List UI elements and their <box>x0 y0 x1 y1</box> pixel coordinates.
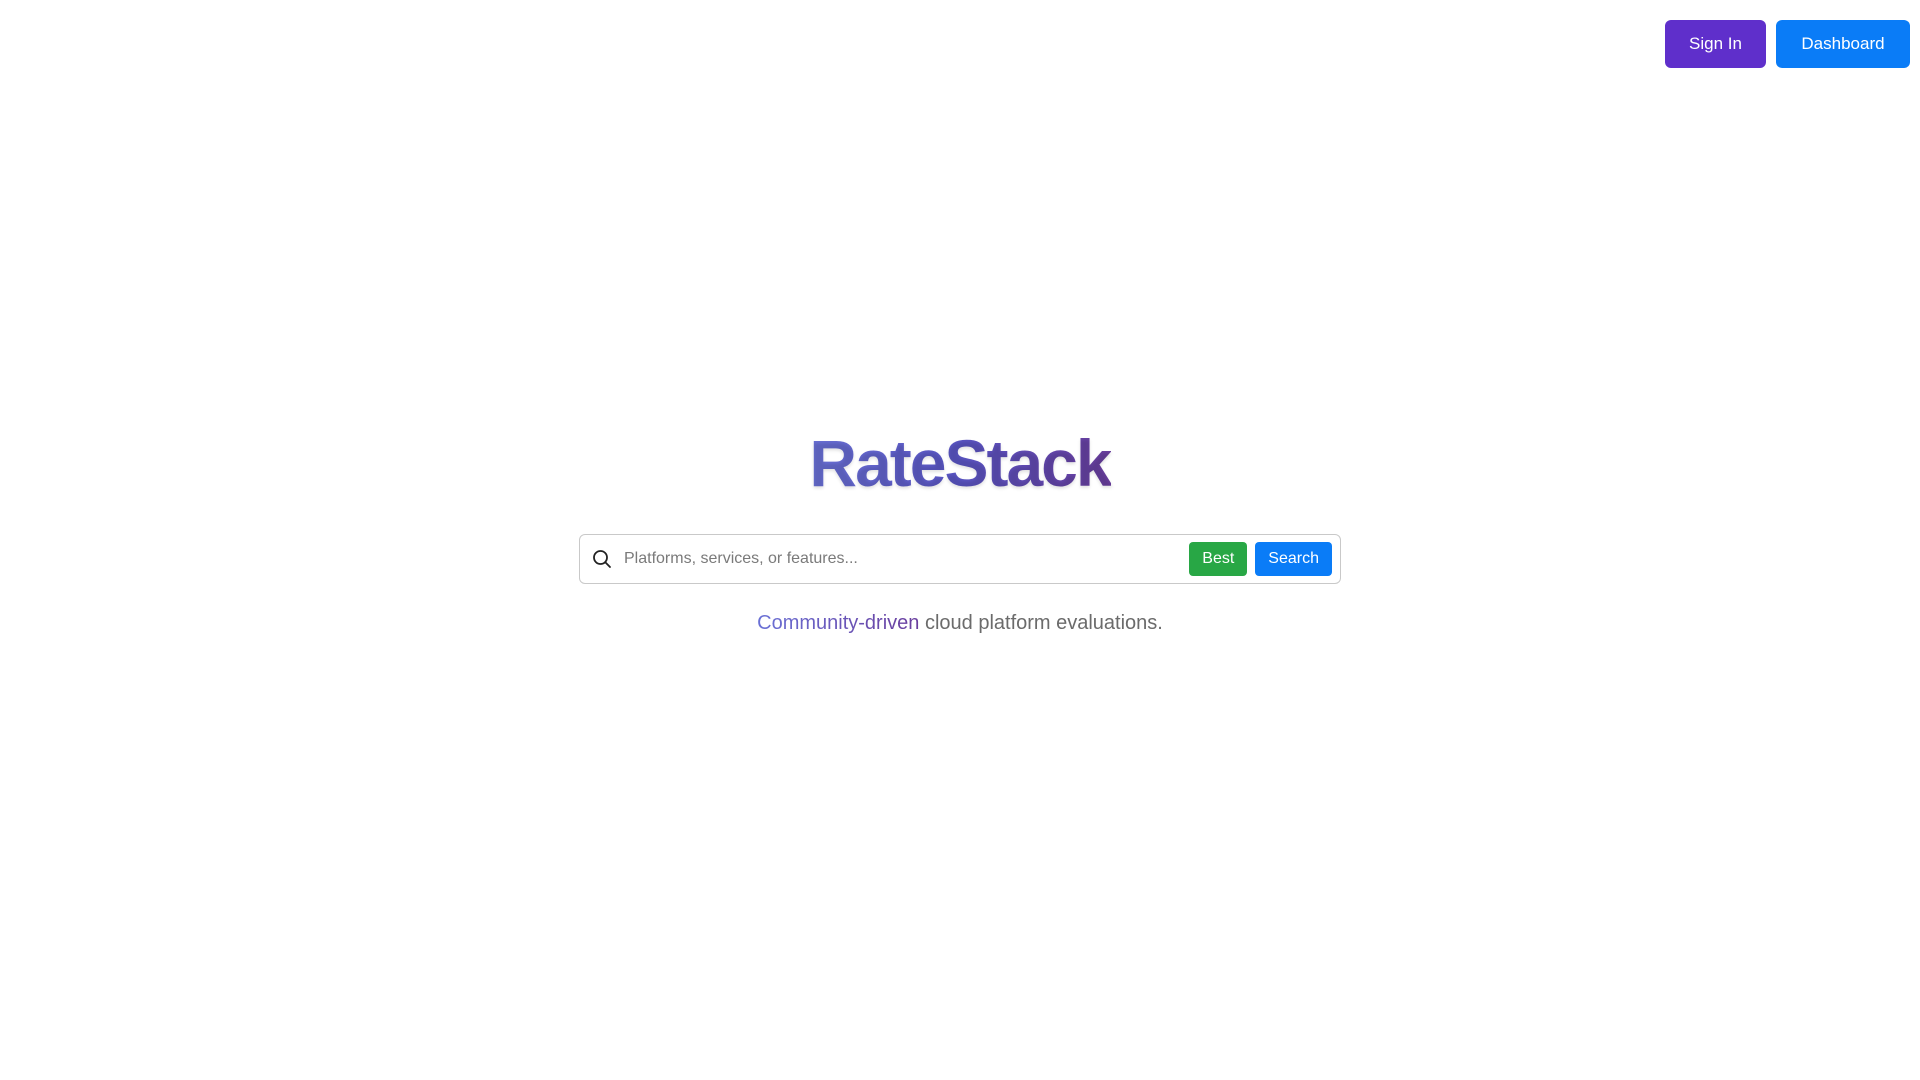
search-icon <box>590 547 614 571</box>
brand-logo: RateStack <box>809 426 1112 500</box>
hero-section: RateStack Best Search Community-driven c… <box>0 430 1920 635</box>
search-button[interactable]: Search <box>1255 542 1332 576</box>
best-button[interactable]: Best <box>1189 542 1248 576</box>
tagline-highlight: Community-driven <box>757 612 920 634</box>
tagline: Community-driven cloud platform evaluati… <box>757 612 1163 635</box>
sign-in-button[interactable]: Sign In <box>1665 20 1766 68</box>
search-bar: Best Search <box>579 534 1341 584</box>
tagline-text: cloud platform evaluations. <box>919 612 1163 634</box>
top-nav: Sign In Dashboard <box>1665 20 1910 68</box>
dashboard-button[interactable]: Dashboard <box>1776 20 1910 68</box>
search-input[interactable] <box>622 542 1182 576</box>
